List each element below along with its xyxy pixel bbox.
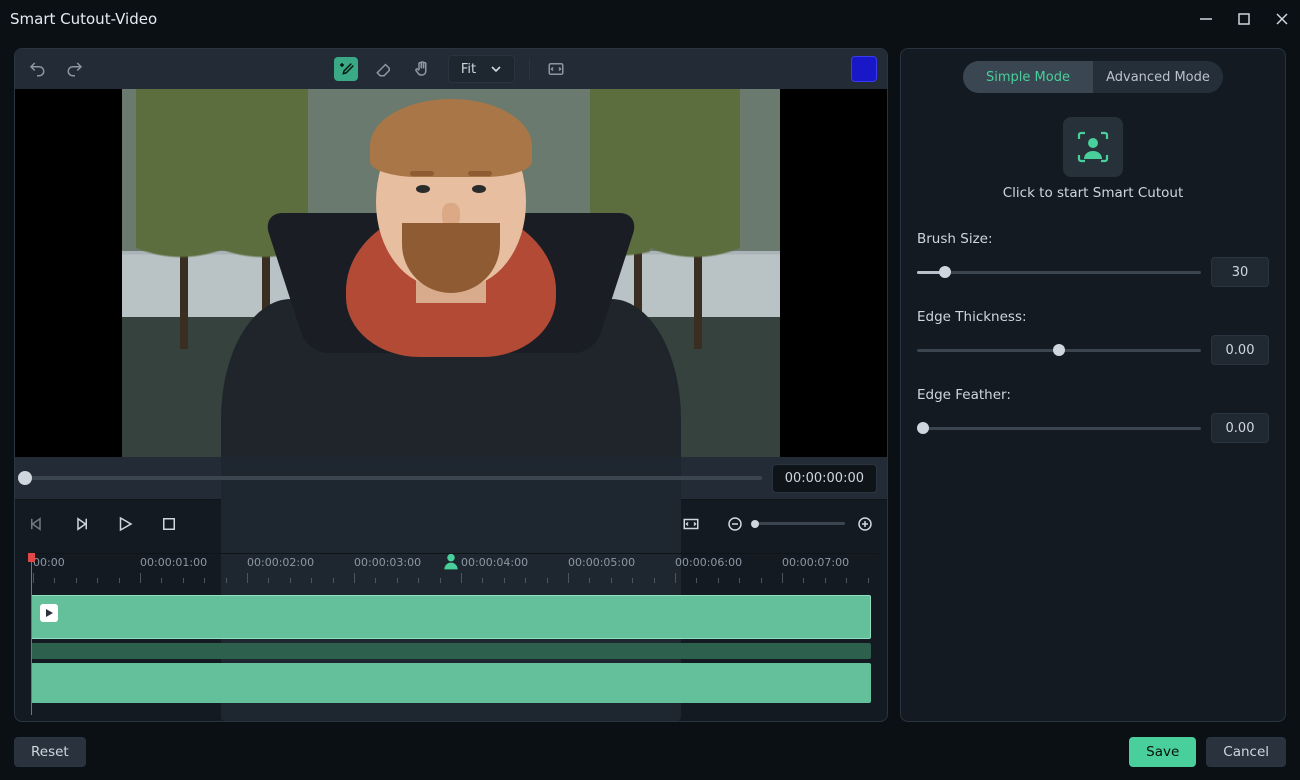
- video-clip[interactable]: [31, 595, 871, 639]
- zoom-control: [725, 514, 875, 534]
- title-bar: Smart Cutout-Video: [0, 0, 1300, 38]
- ruler-label: 00:00:06:00: [675, 556, 742, 569]
- tab-simple-mode[interactable]: Simple Mode: [963, 61, 1093, 93]
- prev-frame-icon[interactable]: [27, 514, 47, 534]
- close-icon[interactable]: [1274, 11, 1290, 27]
- audio-clip[interactable]: [31, 643, 871, 659]
- background-color-swatch[interactable]: [851, 56, 877, 82]
- pan-hand-icon[interactable]: [410, 57, 434, 81]
- timeline-playhead[interactable]: [31, 553, 32, 715]
- content-area: Fit: [10, 38, 1290, 770]
- footer-bar: Reset Save Cancel: [14, 734, 1286, 770]
- editor-toolbar: Fit: [15, 49, 887, 89]
- settings-panel: Simple Mode Advanced Mode Click to start…: [900, 48, 1286, 722]
- window-controls: [1198, 11, 1290, 27]
- minimize-icon[interactable]: [1198, 11, 1214, 27]
- editor-panel: Fit: [14, 48, 888, 722]
- edge-feather-value[interactable]: 0.00: [1211, 413, 1269, 443]
- reset-button[interactable]: Reset: [14, 737, 86, 767]
- edge-feather-slider[interactable]: [917, 427, 1201, 430]
- next-frame-icon[interactable]: [71, 514, 91, 534]
- edge-thickness-value[interactable]: 0.00: [1211, 335, 1269, 365]
- edge-thickness-slider[interactable]: [917, 349, 1201, 352]
- ruler-label: 00:00:05:00: [568, 556, 635, 569]
- brush-size-label: Brush Size:: [917, 231, 1269, 247]
- start-cutout-button[interactable]: [1063, 117, 1123, 177]
- timeline-ruler[interactable]: 00:00 00:00:01:00 00:00:02:00 00:00:03:00 00…: [21, 553, 881, 583]
- maximize-icon[interactable]: [1236, 11, 1252, 27]
- compare-icon[interactable]: [544, 57, 568, 81]
- zoom-in-icon[interactable]: [855, 514, 875, 534]
- save-button[interactable]: Save: [1129, 737, 1196, 767]
- play-icon[interactable]: [115, 514, 135, 534]
- edge-feather-control: Edge Feather: 0.00: [917, 387, 1269, 443]
- zoom-fit-select[interactable]: Fit: [448, 55, 515, 83]
- cancel-button[interactable]: Cancel: [1206, 737, 1286, 767]
- fit-screen-icon[interactable]: [681, 514, 701, 534]
- ruler-label: 00:00:03:00: [354, 556, 421, 569]
- video-frame[interactable]: [122, 89, 780, 457]
- edge-thickness-label: Edge Thickness:: [917, 309, 1269, 325]
- ruler-label: 00:00:07:00: [782, 556, 849, 569]
- edge-thickness-control: Edge Thickness: 0.00: [917, 309, 1269, 365]
- stop-icon[interactable]: [159, 514, 179, 534]
- timecode-display: 00:00:00:00: [772, 464, 877, 493]
- undo-icon[interactable]: [25, 57, 49, 81]
- brush-size-control: Brush Size: 30: [917, 231, 1269, 287]
- seek-slider[interactable]: [25, 476, 762, 480]
- brush-add-icon[interactable]: [334, 57, 358, 81]
- video-clip-2[interactable]: [31, 663, 871, 703]
- tab-advanced-mode[interactable]: Advanced Mode: [1093, 61, 1223, 93]
- start-cutout-hint: Click to start Smart Cutout: [917, 185, 1269, 201]
- ruler-label: 00:00:02:00: [247, 556, 314, 569]
- clip-thumbnail-icon: [40, 604, 58, 622]
- ruler-label: 00:00: [33, 556, 65, 569]
- app-window: Smart Cutout-Video: [0, 0, 1300, 780]
- timeline[interactable]: 00:00 00:00:01:00 00:00:02:00 00:00:03:00 00…: [21, 553, 881, 715]
- ruler-label: 00:00:01:00: [140, 556, 207, 569]
- edge-feather-label: Edge Feather:: [917, 387, 1269, 403]
- seek-thumb[interactable]: [18, 471, 32, 485]
- chevron-down-icon: [490, 63, 502, 75]
- redo-icon[interactable]: [63, 57, 87, 81]
- mode-toggle: Simple Mode Advanced Mode: [963, 61, 1223, 93]
- window-title: Smart Cutout-Video: [10, 10, 157, 28]
- zoom-out-icon[interactable]: [725, 514, 745, 534]
- brush-size-slider[interactable]: [917, 271, 1201, 274]
- zoom-fit-label: Fit: [461, 62, 476, 77]
- brush-size-value[interactable]: 30: [1211, 257, 1269, 287]
- separator: [529, 58, 530, 80]
- zoom-slider[interactable]: [755, 522, 845, 525]
- eraser-icon[interactable]: [372, 57, 396, 81]
- ruler-label: 00:00:04:00: [461, 556, 528, 569]
- video-preview: [15, 89, 887, 457]
